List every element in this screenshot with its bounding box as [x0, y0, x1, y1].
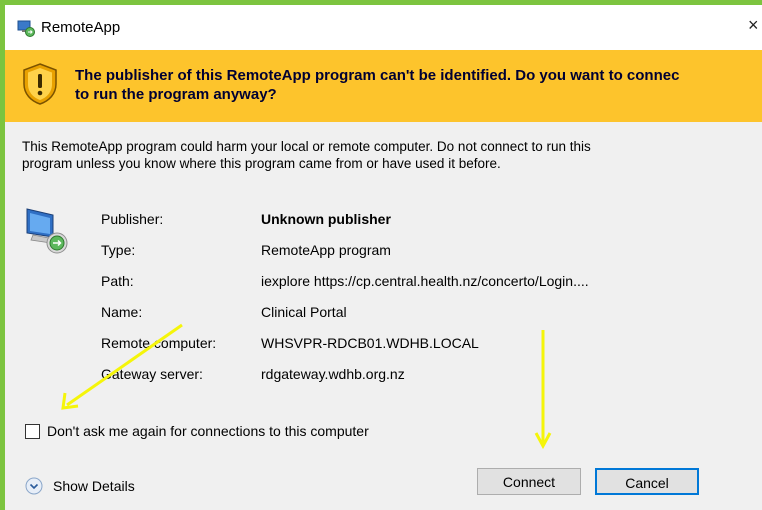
detail-label: Name:: [101, 304, 143, 320]
window-title: RemoteApp: [41, 19, 121, 36]
warning-shield-icon: [23, 63, 57, 105]
warning-banner: The publisher of this RemoteApp program …: [5, 50, 762, 122]
detail-label: Path:: [101, 273, 134, 289]
detail-label: Type:: [101, 242, 136, 258]
warning-line-1: The publisher of this RemoteApp program …: [75, 67, 680, 84]
close-button[interactable]: ×: [748, 15, 762, 39]
show-details-label[interactable]: Show Details: [53, 478, 135, 494]
dont-ask-again-label[interactable]: Don't ask me again for connections to th…: [47, 423, 369, 439]
remoteapp-icon: [17, 20, 35, 37]
detail-label: Remote computer:: [101, 335, 217, 351]
warning-message: The publisher of this RemoteApp program …: [75, 66, 762, 104]
detail-value: iexplore https://cp.central.health.nz/co…: [261, 273, 589, 289]
chevron-down-icon[interactable]: [25, 477, 43, 495]
detail-value: rdgateway.wdhb.org.nz: [261, 366, 405, 382]
detail-label: Publisher:: [101, 211, 164, 227]
connect-button[interactable]: Connect: [477, 468, 581, 495]
detail-value: Unknown publisher: [261, 211, 391, 227]
title-bar: RemoteApp ×: [5, 5, 762, 50]
detail-label: Gateway server:: [101, 366, 203, 382]
dont-ask-again-checkbox[interactable]: [25, 424, 40, 439]
remote-computer-icon: [26, 208, 68, 254]
detail-value: Clinical Portal: [261, 304, 347, 320]
description-line-1: This RemoteApp program could harm your l…: [22, 139, 591, 154]
detail-value: RemoteApp program: [261, 242, 391, 258]
remoteapp-dialog: RemoteApp × The publisher of this Remote…: [5, 5, 762, 510]
warning-line-2: to run the program anyway?: [75, 86, 277, 103]
cancel-button[interactable]: Cancel: [595, 468, 699, 495]
description-line-2: program unless you know where this progr…: [22, 156, 501, 171]
annotation-arrow-connect: [534, 330, 552, 450]
description-text: This RemoteApp program could harm your l…: [22, 138, 742, 172]
detail-value: WHSVPR-RDCB01.WDHB.LOCAL: [261, 335, 479, 351]
